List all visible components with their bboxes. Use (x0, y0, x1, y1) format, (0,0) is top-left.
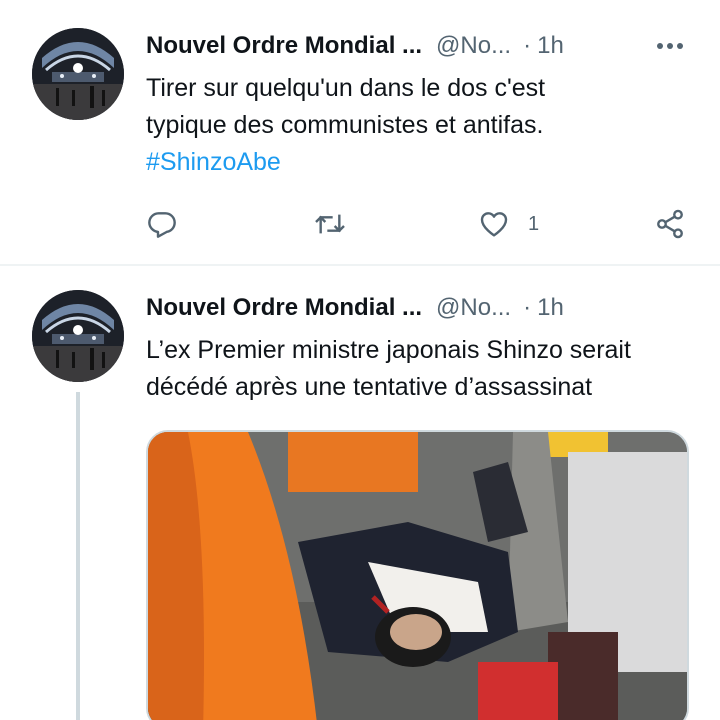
avatar[interactable] (32, 290, 124, 382)
author-handle[interactable]: @No... (436, 294, 511, 322)
author-name[interactable]: Nouvel Ordre Mondial ... (146, 294, 422, 322)
retweet-icon (315, 214, 345, 234)
like-count: 1 (528, 212, 540, 235)
action-bar: 1 (146, 204, 691, 244)
tweet-1[interactable]: Nouvel Ordre Mondial ... @No... · 1h Tir… (0, 0, 720, 264)
tweet-2[interactable]: Nouvel Ordre Mondial ... @No... · 1h L’e… (0, 266, 720, 720)
avatar-image (32, 290, 124, 382)
retweet-button[interactable] (314, 204, 346, 244)
share-icon (657, 209, 683, 239)
share-button[interactable] (654, 204, 686, 244)
tweet-text-line: décédé après une tentative d’assassinat (146, 373, 593, 401)
tweet-header: Nouvel Ordre Mondial ... @No... · 1h (146, 290, 564, 326)
more-icon[interactable] (652, 34, 688, 58)
reply-button[interactable] (146, 204, 178, 244)
like-button[interactable]: 1 (478, 204, 539, 244)
timestamp[interactable]: 1h (537, 294, 564, 322)
reply-icon (148, 212, 176, 238)
author-name[interactable]: Nouvel Ordre Mondial ... (146, 32, 422, 60)
separator: · (523, 32, 532, 59)
tweet-header: Nouvel Ordre Mondial ... @No... · 1h (146, 28, 564, 64)
author-handle[interactable]: @No... (436, 32, 511, 60)
media-photo (148, 432, 687, 720)
avatar-image (32, 28, 124, 120)
tweet-text: Tirer sur quelqu'un dans le dos c'est ty… (146, 70, 691, 181)
tweet-text-line: L’ex Premier ministre japonais Shinzo se… (146, 336, 631, 364)
tweet-text-line: Tirer sur quelqu'un dans le dos c'est (146, 74, 546, 102)
timestamp[interactable]: 1h (537, 32, 564, 60)
tweet-text: L’ex Premier ministre japonais Shinzo se… (146, 332, 691, 406)
hashtag-link[interactable]: #ShinzoAbe (146, 144, 691, 181)
avatar[interactable] (32, 28, 124, 120)
thread-line (76, 392, 80, 720)
heart-icon (480, 212, 508, 237)
tweet-text-line: typique des communistes et antifas. (146, 111, 544, 139)
separator: · (523, 294, 532, 321)
tweet-media[interactable] (146, 430, 689, 720)
